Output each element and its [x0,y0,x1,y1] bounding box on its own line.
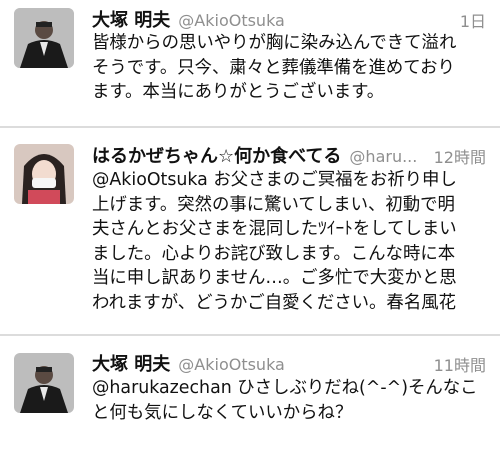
avatar[interactable] [14,8,74,68]
tweet-timestamp: 11時間 [433,356,486,375]
avatar[interactable] [14,353,74,413]
tweet-item[interactable]: はるかぜちゃん☆何か食べてる @haru... 12時間 @AkioOtsuka … [0,128,500,334]
avatar-haru-icon [14,144,74,204]
tweet-author-name[interactable]: はるかぜちゃん☆何か食べてる [92,146,341,167]
avatar-akio-icon [14,353,74,413]
tweet-text-line: そうです。只今、粛々と葬儀準備を進めており [92,57,455,78]
tweet-text-line: 当に申し訳ありません…。ご多忙で大変かと思 [92,268,457,288]
tweet-handle[interactable]: @haru... [349,147,417,166]
tweet-text-line: われますが、どうかご自愛ください。春名風花 [92,292,456,313]
avatar[interactable] [14,144,74,204]
tweet-text-line: 夫さんとお父さまを混同したﾂｲｰﾄをしてしまい [92,219,457,239]
tweet-text: @AkioOtsuka お父さまのご冥福をお祈り申し 上げます。突然の事に驚いて… [92,168,492,315]
tweet-text-line: 皆様からの思いやりが胸に染み込んできて溢れ [92,33,457,53]
tweet-text-line: @harukazechan ひさしぶりだね(^-^)そんなこ [92,378,478,398]
tweet-text-line: @AkioOtsuka お父さまのご冥福をお祈り申し [92,170,457,190]
tweet-text-line: と何も気にしなくていいからね？ [92,402,353,423]
tweet-text-line: ました。心よりお詫び致します。こんな時に本 [92,243,456,264]
tweet-handle[interactable]: @AkioOtsuka [178,355,285,374]
tweet-handle[interactable]: @AkioOtsuka [178,11,285,30]
tweet-author-name[interactable]: 大塚 明夫 [92,354,170,375]
tweet-text: 皆様からの思いやりが胸に染み込んできて溢れ そうです。只今、粛々と葬儀準備を進め… [92,31,492,105]
tweet-text: @harukazechan ひさしぶりだね(^-^)そんなこ と何も気にしなくて… [92,376,492,425]
tweet-item[interactable]: 大塚 明夫 @AkioOtsuka 11時間 @harukazechan ひさしぶ… [0,336,500,453]
tweet-item[interactable]: 大塚 明夫 @AkioOtsuka 1日 皆様からの思いやりが胸に染み込んできて溢… [0,0,500,126]
tweet-text-line: 上げます。突然の事に驚いてしまい、初動で明 [92,194,455,215]
tweet-timeline: 大塚 明夫 @AkioOtsuka 1日 皆様からの思いやりが胸に染み込んできて溢… [0,0,500,453]
avatar-akio-icon [14,8,74,68]
tweet-text-line: ます。本当にありがとうございます。 [92,82,385,102]
tweet-timestamp: 1日 [459,12,486,31]
tweet-timestamp: 12時間 [433,148,486,167]
tweet-author-name[interactable]: 大塚 明夫 [92,10,170,31]
